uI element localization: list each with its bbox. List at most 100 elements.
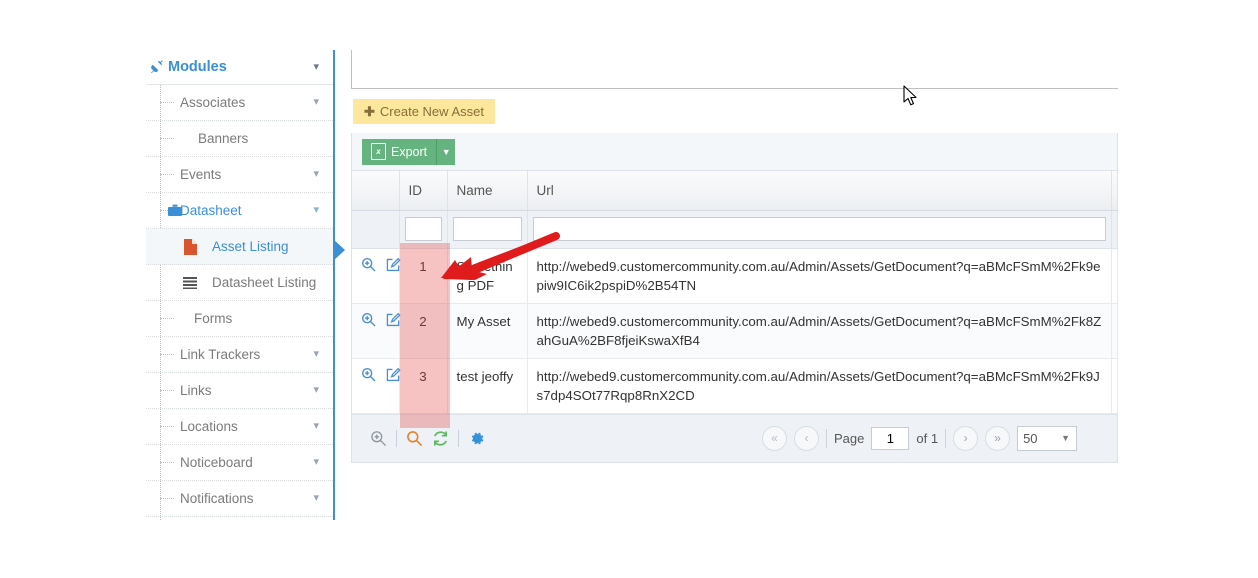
row-actions-cell: [352, 303, 401, 359]
filter-cell-overflow: [1111, 210, 1118, 249]
filter-cell-id: [399, 210, 448, 249]
sidebar-item-banners[interactable]: Banners: [146, 121, 333, 157]
search-plus-icon[interactable]: [361, 257, 376, 277]
table-row[interactable]: 3 test jeoffy http://webed9.customercomm…: [352, 358, 1118, 414]
briefcase-icon: [164, 204, 186, 217]
sidebar-item-datasheet[interactable]: Datasheet ▾: [146, 193, 333, 229]
sidebar-item-label: Link Trackers: [180, 347, 261, 362]
first-page-button[interactable]: «: [762, 425, 787, 451]
sidebar-item-label: Datasheet: [180, 203, 242, 218]
pager-divider: [826, 428, 827, 448]
tree-branch: [160, 462, 174, 463]
filter-cell-url: [527, 210, 1112, 249]
column-header-overflow: [1111, 171, 1118, 211]
tree-branch: [160, 102, 174, 103]
chevron-down-icon[interactable]: ▾: [313, 97, 319, 108]
sidebar-item-label: Noticeboard: [180, 455, 253, 470]
chevron-down-icon[interactable]: ▾: [313, 169, 319, 180]
chevron-down-icon[interactable]: ▾: [313, 421, 319, 432]
plug-icon: [146, 59, 168, 75]
sidebar-item-locations[interactable]: Locations ▾: [146, 409, 333, 445]
chevron-down-icon[interactable]: ▾: [313, 205, 319, 216]
tree-branch: [160, 354, 174, 355]
page-size-select[interactable]: 50 ▼: [1017, 425, 1078, 451]
caret-down-icon: ▼: [1061, 433, 1071, 443]
zoom-in-icon[interactable]: [370, 430, 387, 447]
sidebar-item-noticeboard[interactable]: Noticeboard ▾: [146, 445, 333, 481]
refresh-icon[interactable]: [432, 430, 449, 447]
sidebar-item-forms[interactable]: Forms: [146, 301, 333, 337]
last-page-button[interactable]: »: [985, 425, 1011, 451]
file-icon: [182, 238, 198, 255]
main-content: ✚ Create New Asset x Export ▼ ID Name Ur…: [351, 50, 1118, 463]
sidebar-item-datasheet-listing[interactable]: Datasheet Listing: [146, 265, 333, 301]
tree-branch: [160, 498, 174, 499]
create-new-asset-button[interactable]: ✚ Create New Asset: [353, 99, 495, 124]
sidebar-item-associates[interactable]: Associates ▾: [146, 85, 333, 121]
asset-table: ID Name Url 1 Something PDF http://webed…: [352, 171, 1118, 414]
pagination-controls: « ‹ Page of 1 › » 50 ▼: [762, 425, 1078, 451]
filter-input-name[interactable]: [452, 217, 522, 241]
column-header-name[interactable]: Name: [447, 171, 528, 211]
export-dropdown-button[interactable]: ▼: [436, 138, 456, 165]
table-filter-row: [352, 210, 1118, 249]
caret-down-icon: ▼: [441, 146, 451, 157]
sidebar-item-label: Events: [180, 167, 222, 182]
column-header-actions[interactable]: [352, 171, 400, 211]
filter-input-url[interactable]: [532, 217, 1106, 241]
row-overflow-cell: [1111, 248, 1118, 304]
edit-icon[interactable]: [386, 312, 401, 332]
row-overflow-cell: [1111, 358, 1118, 414]
sidebar-item-label: Datasheet Listing: [212, 275, 317, 290]
sidebar-item-asset-listing[interactable]: Asset Listing: [146, 229, 333, 265]
page-number-input[interactable]: [871, 426, 910, 450]
grid-toolbar: x Export ▼: [352, 133, 1117, 171]
filter-cell-name: [447, 210, 528, 249]
filter-cell-actions: [352, 210, 400, 249]
search-plus-icon[interactable]: [361, 312, 376, 332]
chevron-down-icon[interactable]: ▾: [313, 349, 319, 360]
footer-divider: [458, 429, 459, 447]
tree-branch: [160, 138, 174, 139]
export-label: Export: [391, 144, 428, 159]
excel-icon: x: [371, 143, 386, 160]
edit-icon[interactable]: [386, 257, 401, 277]
column-header-url[interactable]: Url: [527, 171, 1112, 211]
row-url-cell: http://webed9.customercommunity.com.au/A…: [527, 358, 1112, 414]
row-name-cell: Something PDF: [447, 248, 528, 304]
sidebar-header-modules[interactable]: Modules ▾: [146, 50, 333, 85]
chevron-down-icon[interactable]: ▾: [313, 61, 319, 73]
chevron-down-icon[interactable]: ▾: [313, 385, 319, 396]
sidebar-item-label: Locations: [180, 419, 238, 434]
search-icon[interactable]: [406, 430, 423, 447]
sidebar-item-label: Forms: [194, 311, 233, 326]
column-header-id[interactable]: ID: [399, 171, 448, 211]
pager-divider: [945, 428, 947, 448]
double-chevron-left-icon: «: [771, 431, 778, 445]
sidebar-nav: Modules ▾ Associates ▾ Banners Events ▾ …: [146, 50, 335, 520]
page-label: Page: [834, 430, 865, 446]
chevron-right-icon: ›: [963, 431, 968, 445]
plus-icon: ✚: [364, 103, 375, 119]
prev-page-button[interactable]: ‹: [794, 425, 819, 451]
edit-icon[interactable]: [386, 367, 401, 387]
grid-footer-tools: [352, 429, 485, 447]
sidebar-item-label: Banners: [198, 131, 249, 146]
settings-gear-icon[interactable]: [468, 430, 485, 447]
search-plus-icon[interactable]: [361, 367, 376, 387]
chevron-down-icon[interactable]: ▾: [313, 457, 319, 468]
sidebar-item-events[interactable]: Events ▾: [146, 157, 333, 193]
grid-footer: « ‹ Page of 1 › » 50 ▼: [352, 413, 1117, 462]
sidebar-item-links[interactable]: Links ▾: [146, 373, 333, 409]
tree-branch: [160, 426, 174, 427]
filter-input-id[interactable]: [404, 217, 442, 241]
table-row[interactable]: 1 Something PDF http://webed9.customerco…: [352, 248, 1118, 304]
table-row[interactable]: 2 My Asset http://webed9.customercommuni…: [352, 303, 1118, 359]
sidebar-item-notifications[interactable]: Notifications ▾: [146, 481, 333, 517]
export-button[interactable]: x Export: [362, 138, 437, 165]
chevron-down-icon[interactable]: ▾: [313, 493, 319, 504]
sidebar-item-label: Asset Listing: [212, 239, 289, 254]
sidebar-item-link-trackers[interactable]: Link Trackers ▾: [146, 337, 333, 373]
next-page-button[interactable]: ›: [953, 425, 979, 451]
row-actions-cell: [352, 358, 401, 414]
